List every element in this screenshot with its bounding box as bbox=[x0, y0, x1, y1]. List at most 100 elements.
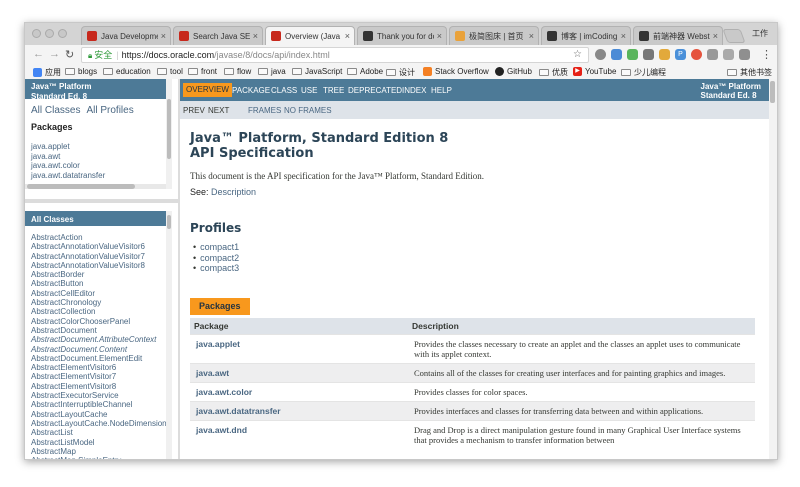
profile-link[interactable]: compact3 bbox=[200, 263, 239, 274]
class-link[interactable]: AbstractList bbox=[31, 428, 160, 437]
class-link[interactable]: AbstractAnnotationValueVisitor8 bbox=[31, 261, 160, 270]
tab-close-icon[interactable]: × bbox=[253, 31, 258, 41]
nav-package[interactable]: PACKAGE bbox=[232, 86, 270, 95]
nav-help[interactable]: HELP bbox=[431, 86, 452, 95]
bookmark-other[interactable]: 其他书签 bbox=[727, 67, 772, 78]
bookmark-folder[interactable]: blogs bbox=[65, 67, 97, 76]
class-link[interactable]: AbstractDocument.ElementEdit bbox=[31, 354, 160, 363]
bookmark-apps[interactable]: 应用 bbox=[33, 67, 61, 78]
package-name-link[interactable]: java.applet bbox=[190, 334, 408, 364]
new-tab-button[interactable] bbox=[722, 29, 746, 43]
bookmark-folder[interactable]: Adobe bbox=[347, 67, 383, 76]
bookmark-folder[interactable]: front bbox=[188, 67, 217, 76]
tab-item[interactable]: 极简图床 | 首页 × bbox=[449, 26, 539, 45]
package-name-link[interactable]: java.awt.datatransfer bbox=[190, 401, 408, 421]
class-link[interactable]: AbstractElementVisitor6 bbox=[31, 363, 160, 372]
extension-icon-9[interactable] bbox=[723, 49, 734, 60]
class-link[interactable]: AbstractLayoutCache bbox=[31, 410, 160, 419]
extension-icon-8[interactable] bbox=[707, 49, 718, 60]
main-vertical-scrollbar[interactable] bbox=[769, 79, 777, 459]
class-link[interactable]: AbstractAction bbox=[31, 233, 160, 242]
bookmark-folder[interactable]: 优质 bbox=[539, 67, 568, 78]
class-link[interactable]: AbstractElementVisitor8 bbox=[31, 382, 160, 391]
tab-item[interactable]: Overview (Java Pl× bbox=[265, 26, 355, 45]
package-link[interactable]: java.awt.color bbox=[31, 161, 160, 171]
bookmark-youtube[interactable]: ▶ YouTube bbox=[573, 67, 616, 76]
package-name-link[interactable]: java.awt.color bbox=[190, 382, 408, 402]
class-link[interactable]: AbstractInterruptibleChannel bbox=[31, 400, 160, 409]
class-link[interactable]: AbstractBorder bbox=[31, 270, 160, 279]
package-name-link[interactable]: java.awt bbox=[190, 363, 408, 383]
nav-class[interactable]: CLASS bbox=[271, 86, 297, 95]
frames-link[interactable]: FRAMES bbox=[248, 106, 281, 115]
bookmark-stackoverflow[interactable]: Stack Overflow bbox=[423, 67, 489, 76]
class-link[interactable]: AbstractDocument.Content bbox=[31, 345, 160, 354]
bookmark-folder[interactable]: 设计 bbox=[386, 67, 415, 78]
class-link[interactable]: AbstractCollection bbox=[31, 307, 160, 316]
class-link[interactable]: AbstractButton bbox=[31, 279, 160, 288]
package-name-link[interactable]: java.awt.dnd bbox=[190, 420, 408, 449]
tab-item[interactable]: Java Development× bbox=[81, 26, 171, 45]
frame-divider[interactable] bbox=[25, 199, 178, 203]
reload-icon[interactable]: ↻ bbox=[65, 48, 74, 61]
extension-icon-5[interactable] bbox=[659, 49, 670, 60]
bookmark-github[interactable]: GitHub bbox=[495, 67, 532, 76]
back-arrow-icon[interactable]: ← bbox=[33, 48, 44, 60]
class-link[interactable]: AbstractLayoutCache.NodeDimensions bbox=[31, 419, 166, 428]
bookmark-folder[interactable]: tool bbox=[157, 67, 183, 76]
forward-arrow-icon[interactable]: → bbox=[49, 48, 60, 60]
minimize-window-button[interactable] bbox=[45, 29, 54, 38]
vertical-scrollbar[interactable] bbox=[166, 211, 172, 459]
profile-label[interactable]: 工作 bbox=[752, 28, 768, 39]
tab-item[interactable]: 博客 | imCoding × bbox=[541, 26, 631, 45]
extension-icon-6[interactable]: P bbox=[675, 49, 686, 60]
extension-icon-2[interactable] bbox=[611, 49, 622, 60]
tab-item[interactable]: 前端神器 Webstorm× bbox=[633, 26, 723, 45]
tab-close-icon[interactable]: × bbox=[529, 31, 534, 41]
bookmark-folder[interactable]: 少儿编程 bbox=[621, 67, 666, 78]
class-link[interactable]: AbstractColorChooserPanel bbox=[31, 317, 160, 326]
tab-close-icon[interactable]: × bbox=[713, 31, 718, 41]
tab-close-icon[interactable]: × bbox=[161, 31, 166, 41]
nav-use[interactable]: USE bbox=[301, 86, 317, 95]
class-link[interactable]: AbstractDocument bbox=[31, 326, 160, 335]
profile-link[interactable]: compact1 bbox=[200, 242, 239, 253]
extension-icon-4[interactable] bbox=[643, 49, 654, 60]
all-classes-link[interactable]: All Classes bbox=[31, 105, 80, 116]
class-link[interactable]: AbstractAnnotationValueVisitor6 bbox=[31, 242, 160, 251]
package-link[interactable]: java.applet bbox=[31, 142, 160, 152]
close-window-button[interactable] bbox=[32, 29, 41, 38]
bookmark-folder[interactable]: JavaScript bbox=[292, 67, 342, 76]
bookmark-folder[interactable]: java bbox=[258, 67, 286, 76]
class-link[interactable]: AbstractDocument.AttributeContext bbox=[31, 335, 160, 344]
zoom-window-button[interactable] bbox=[58, 29, 67, 38]
bookmark-folder[interactable]: flow bbox=[224, 67, 251, 76]
class-link[interactable]: AbstractAnnotationValueVisitor7 bbox=[31, 252, 160, 261]
tab-close-icon[interactable]: × bbox=[621, 31, 626, 41]
description-link[interactable]: Description bbox=[211, 187, 256, 197]
bookmark-star-icon[interactable]: ☆ bbox=[573, 48, 582, 62]
horizontal-scrollbar[interactable] bbox=[25, 184, 166, 189]
class-link[interactable]: AbstractExecutorService bbox=[31, 391, 160, 400]
extension-icon-1[interactable] bbox=[595, 49, 606, 60]
all-profiles-link[interactable]: All Profiles bbox=[86, 105, 133, 116]
profile-link[interactable]: compact2 bbox=[200, 253, 239, 264]
tab-close-icon[interactable]: × bbox=[437, 31, 442, 41]
bookmark-folder[interactable]: education bbox=[103, 67, 151, 76]
vertical-scrollbar[interactable] bbox=[166, 79, 172, 189]
class-link[interactable]: AbstractMap bbox=[31, 447, 160, 456]
menu-icon[interactable]: ⋮ bbox=[761, 48, 772, 61]
nav-tree[interactable]: TREE bbox=[323, 86, 344, 95]
class-link[interactable]: AbstractListModel bbox=[31, 438, 160, 447]
tab-item[interactable]: Search Java SE Do× bbox=[173, 26, 263, 45]
class-link[interactable]: AbstractMap.SimpleEntry bbox=[31, 456, 160, 459]
nav-deprecated[interactable]: DEPRECATED bbox=[348, 86, 402, 95]
extension-icon-10[interactable] bbox=[739, 49, 750, 60]
extension-icon-3[interactable] bbox=[627, 49, 638, 60]
no-frames-link[interactable]: NO FRAMES bbox=[284, 106, 332, 115]
tab-close-icon[interactable]: × bbox=[345, 31, 350, 41]
class-link[interactable]: AbstractElementVisitor7 bbox=[31, 372, 160, 381]
nav-index[interactable]: INDEX bbox=[402, 86, 426, 95]
extension-icon-7[interactable] bbox=[691, 49, 702, 60]
class-link[interactable]: AbstractChronology bbox=[31, 298, 160, 307]
